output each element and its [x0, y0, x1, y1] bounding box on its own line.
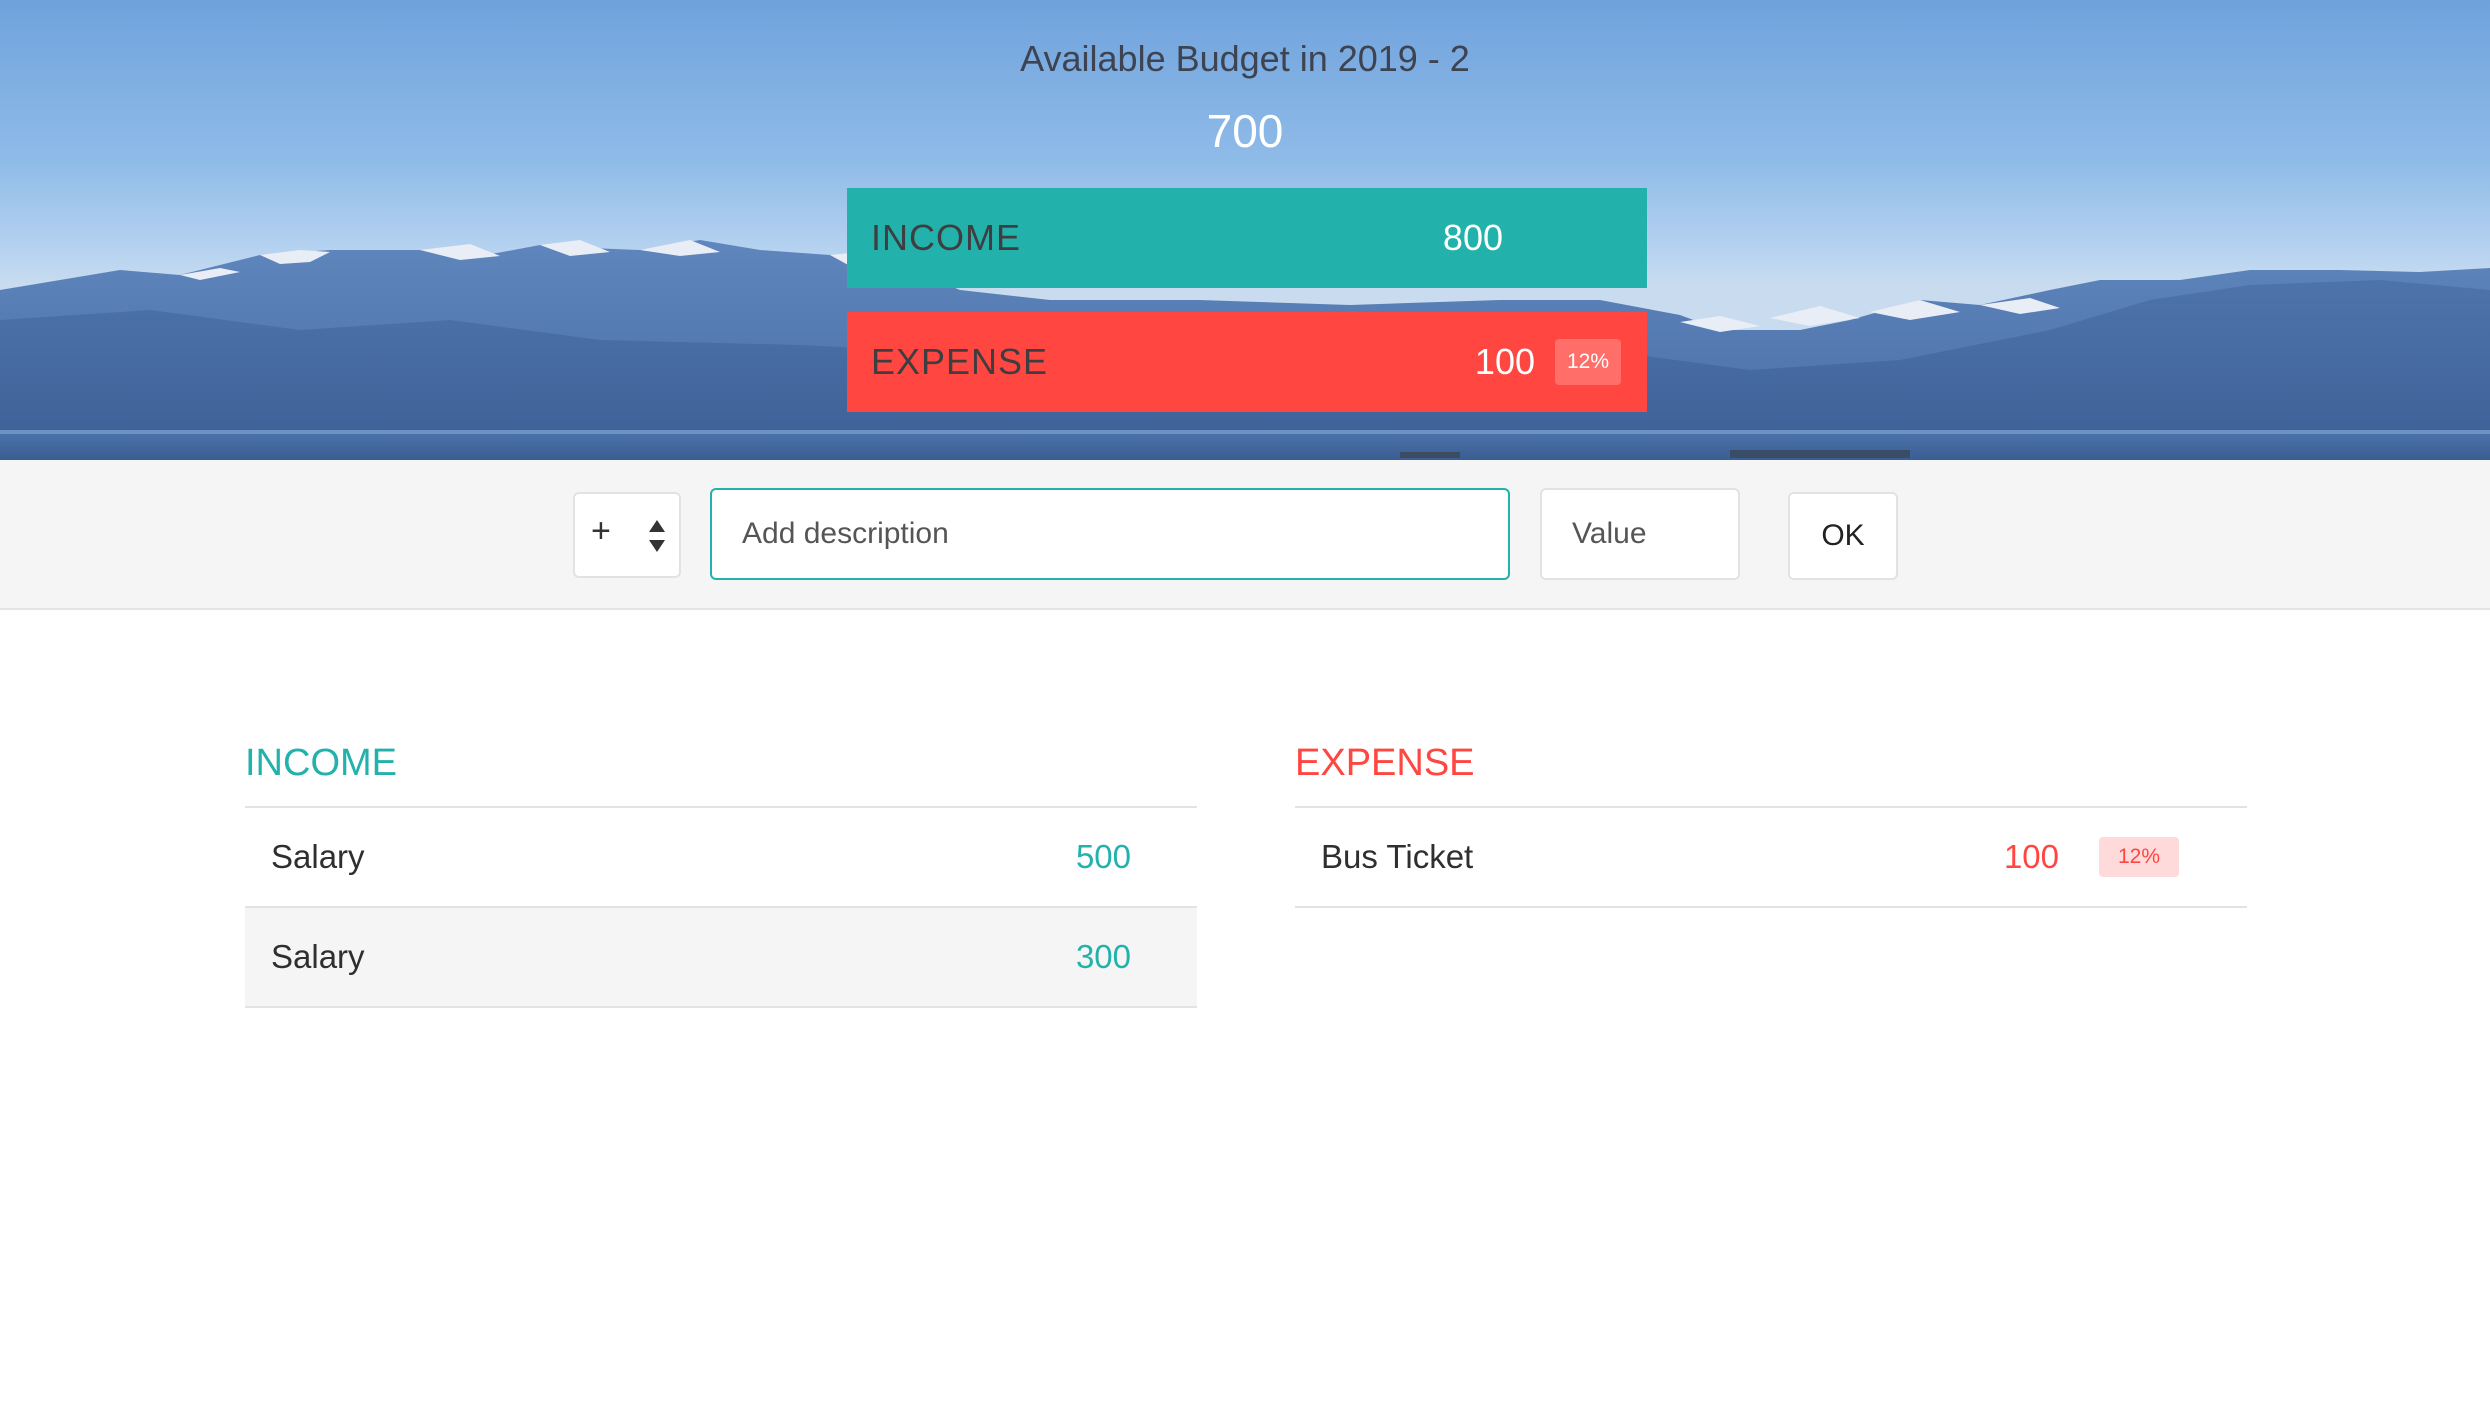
- income-summary-value: 800: [1442, 217, 1503, 258]
- income-item-value: 300: [1075, 938, 1131, 975]
- description-input[interactable]: [710, 488, 1510, 580]
- income-item[interactable]: Salary 300: [245, 908, 1197, 1008]
- ok-button[interactable]: OK: [1788, 492, 1898, 580]
- expense-list: EXPENSE Bus Ticket 100 12%: [1295, 740, 2247, 908]
- type-select[interactable]: +: [573, 492, 681, 578]
- expense-item-value: 100: [2003, 838, 2059, 875]
- budget-header: Available Budget in 2019 - 2 700 INCOME …: [0, 0, 2490, 460]
- income-item-description: Salary: [271, 938, 365, 975]
- expense-percentage-badge: 12%: [1555, 339, 1621, 385]
- expense-item-description: Bus Ticket: [1321, 838, 1474, 875]
- available-budget-value: 700: [1206, 105, 1284, 157]
- income-summary-label: INCOME: [871, 217, 1021, 258]
- expense-item-percentage-badge: 12%: [2099, 837, 2179, 877]
- up-down-arrows-icon: [649, 520, 665, 552]
- add-item-bar: + OK: [0, 460, 2490, 610]
- budget-title: Available Budget in 2019 - 2: [1020, 38, 1470, 79]
- income-list: INCOME Salary 500 Salary 300: [245, 740, 1197, 1008]
- income-list-title: INCOME: [245, 740, 1197, 808]
- expense-summary-label: EXPENSE: [871, 341, 1049, 382]
- value-input[interactable]: [1540, 488, 1740, 580]
- expense-summary-value: 100: [1474, 341, 1535, 382]
- expense-item[interactable]: Bus Ticket 100 12%: [1295, 808, 2247, 908]
- expense-list-title: EXPENSE: [1295, 740, 2247, 808]
- income-item-value: 500: [1075, 838, 1131, 875]
- expense-summary: EXPENSE 100 12%: [847, 312, 1647, 412]
- income-item[interactable]: Salary 500: [245, 808, 1197, 908]
- type-select-value: +: [591, 512, 611, 550]
- income-item-description: Salary: [271, 838, 365, 875]
- income-summary: INCOME 800: [847, 188, 1647, 288]
